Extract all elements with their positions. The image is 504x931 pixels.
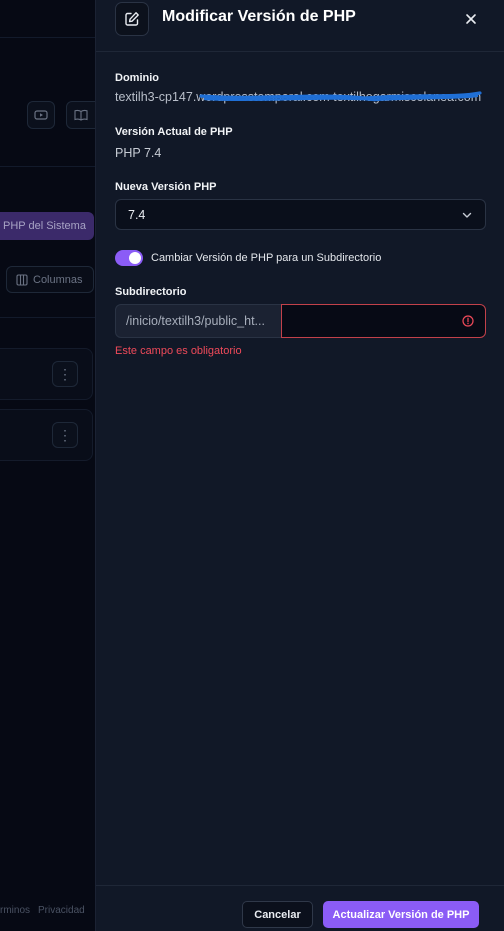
- background-divider: [0, 317, 95, 318]
- row-actions-button[interactable]: ⋮: [52, 422, 78, 448]
- subdirectory-input[interactable]: [281, 304, 486, 338]
- php-version-select[interactable]: 7.4: [115, 199, 486, 230]
- table-row: ⋮: [0, 409, 93, 461]
- update-php-button[interactable]: Actualizar Versión de PHP: [323, 901, 479, 928]
- new-php-label: Nueva Versión PHP: [115, 181, 217, 193]
- chevron-down-icon: [462, 212, 472, 218]
- edit-icon: [125, 12, 139, 26]
- modify-php-drawer: Modificar Versión de PHP Dominio textilh…: [95, 0, 504, 931]
- close-icon: [466, 14, 476, 24]
- youtube-icon-button[interactable]: [27, 101, 55, 129]
- background-topbar: [0, 0, 95, 38]
- background-divider: [0, 166, 95, 167]
- background-footer: rminos Privacidad: [0, 905, 95, 916]
- footer-link-privacy[interactable]: Privacidad: [38, 905, 85, 916]
- subdir-toggle-label: Cambiar Versión de PHP para un Subdirect…: [151, 252, 382, 264]
- row-actions-button[interactable]: ⋮: [52, 361, 78, 387]
- system-php-button[interactable]: PHP del Sistema: [0, 212, 94, 240]
- redaction-scribble: [199, 91, 482, 102]
- domain-value-wrap: textilh3-cp147.wordpresstemporal.com tex…: [115, 90, 485, 108]
- current-php-label: Versión Actual de PHP: [115, 126, 233, 138]
- cancel-button[interactable]: Cancelar: [242, 901, 313, 928]
- php-version-selected: 7.4: [128, 207, 146, 222]
- drawer-title: Modificar Versión de PHP: [162, 8, 356, 25]
- subdir-toggle[interactable]: [115, 250, 143, 266]
- subdirectory-prefix: /inicio/textilh3/public_ht...: [115, 304, 282, 338]
- youtube-icon: [34, 110, 48, 120]
- footer-link-terms[interactable]: rminos: [0, 905, 30, 916]
- close-button[interactable]: [462, 10, 480, 28]
- docs-icon-button[interactable]: [66, 101, 96, 129]
- alert-icon: [462, 315, 474, 327]
- subdirectory-error: Este campo es obligatorio: [115, 345, 242, 357]
- subdirectory-label: Subdirectorio: [115, 286, 187, 298]
- drawer-footer: Cancelar Actualizar Versión de PHP: [96, 885, 504, 931]
- drawer-header: Modificar Versión de PHP: [96, 0, 504, 52]
- table-row: ⋮: [0, 348, 93, 400]
- columns-button[interactable]: Columnas: [6, 266, 94, 293]
- domain-label: Dominio: [115, 72, 159, 84]
- subdir-toggle-row: Cambiar Versión de PHP para un Subdirect…: [115, 249, 381, 267]
- book-icon: [74, 109, 88, 121]
- current-php-value: PHP 7.4: [115, 146, 162, 160]
- kebab-icon: ⋮: [58, 426, 72, 443]
- kebab-icon: ⋮: [58, 365, 72, 382]
- columns-button-label: Columnas: [33, 273, 83, 286]
- columns-icon: [16, 273, 28, 286]
- header-icon-box: [115, 2, 149, 36]
- toggle-knob: [129, 252, 141, 264]
